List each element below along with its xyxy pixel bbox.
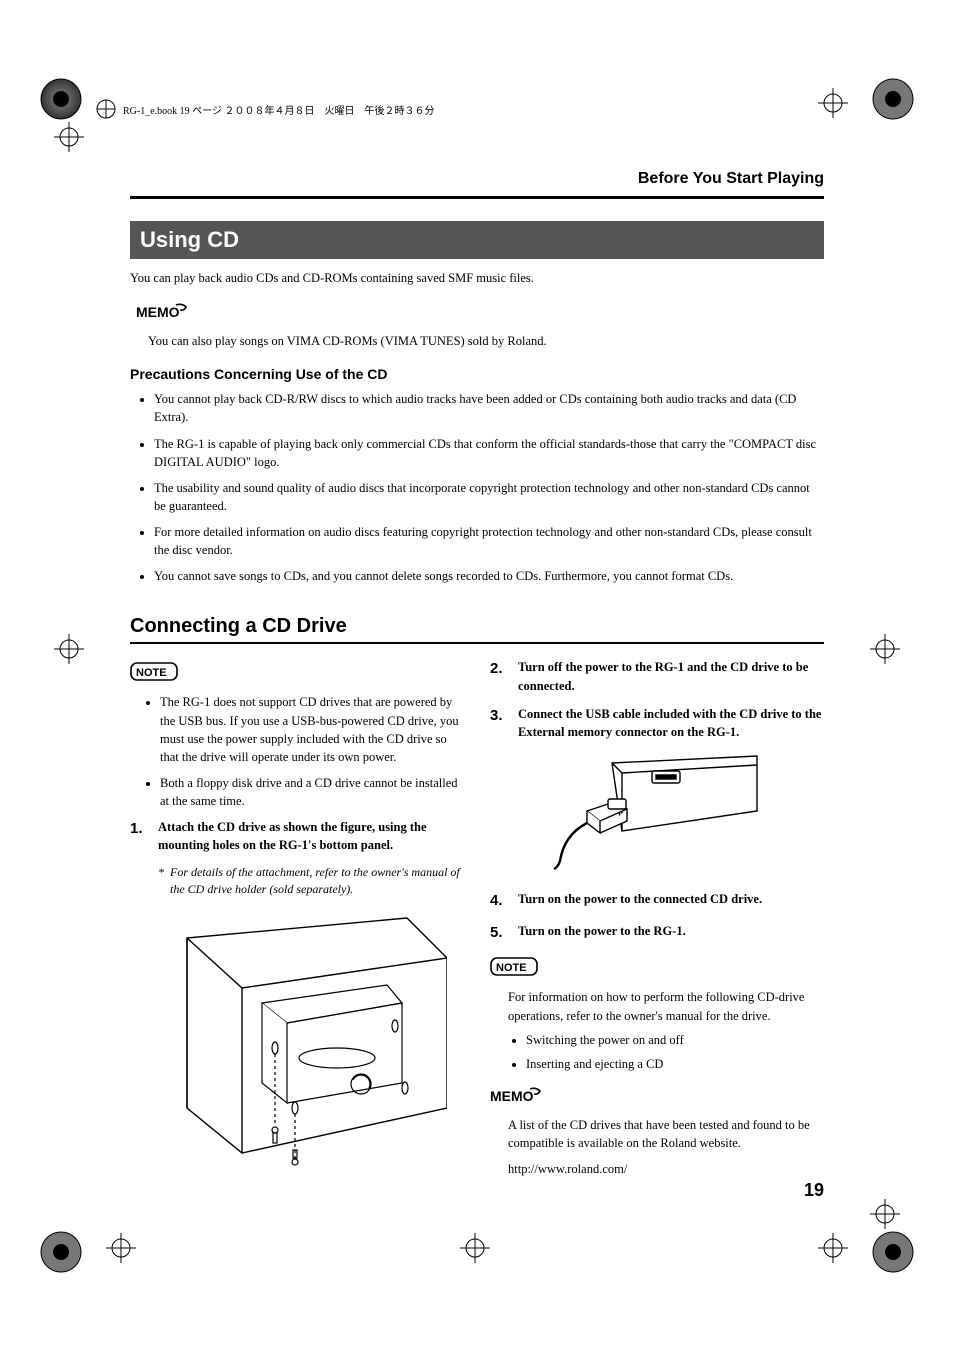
reg-mark-right-mid bbox=[870, 634, 900, 664]
reg-mark-left-upper bbox=[54, 122, 84, 152]
step-number: 1. bbox=[130, 818, 148, 854]
divider-thin bbox=[130, 642, 824, 644]
left-column: NOTE The RG-1 does not support CD drives… bbox=[130, 658, 464, 1187]
book-icon bbox=[95, 98, 117, 120]
list-item: The usability and sound quality of audio… bbox=[154, 479, 824, 515]
crop-mark-bottom-right bbox=[870, 1229, 916, 1275]
step-text: Attach the CD drive as shown the figure,… bbox=[158, 818, 464, 854]
figure-usb-connector bbox=[490, 751, 824, 876]
step-text: Turn on the power to the RG-1. bbox=[518, 922, 824, 944]
svg-text:NOTE: NOTE bbox=[496, 962, 527, 974]
step-number: 2. bbox=[490, 658, 508, 694]
note-icon: NOTE bbox=[130, 662, 180, 682]
list-item: You cannot save songs to CDs, and you ca… bbox=[154, 567, 824, 585]
svg-text:NOTE: NOTE bbox=[136, 667, 167, 679]
memo1-text: You can also play songs on VIMA CD-ROMs … bbox=[148, 332, 824, 350]
reg-mark-left-mid bbox=[54, 634, 84, 664]
step-4: 4. Turn on the power to the connected CD… bbox=[490, 890, 824, 912]
svg-text:MEMO: MEMO bbox=[136, 304, 180, 320]
right-column: 2. Turn off the power to the RG-1 and th… bbox=[490, 658, 824, 1187]
note2-lead: For information on how to perform the fo… bbox=[508, 990, 804, 1022]
list-item: For more detailed information on audio d… bbox=[154, 523, 824, 559]
reg-mark-right-lower bbox=[870, 1199, 900, 1229]
reg-mark-bottom-left bbox=[106, 1233, 136, 1263]
step-text: Connect the USB cable included with the … bbox=[518, 705, 824, 741]
memo2-text-a: A list of the CD drives that have been t… bbox=[508, 1116, 824, 1152]
subsection-title-connecting: Connecting a CD Drive bbox=[130, 615, 824, 638]
step-3: 3. Connect the USB cable included with t… bbox=[490, 705, 824, 741]
step-number: 5. bbox=[490, 922, 508, 944]
crop-mark-top-right bbox=[870, 76, 916, 122]
note-icon: NOTE bbox=[490, 957, 540, 977]
figure-mounting bbox=[130, 908, 464, 1173]
intro-text: You can play back audio CDs and CD-ROMs … bbox=[130, 269, 824, 287]
memo2-text-b: http://www.roland.com/ bbox=[508, 1160, 824, 1178]
reg-mark-bottom-right bbox=[818, 1233, 848, 1263]
list-item: The RG-1 does not support CD drives that… bbox=[160, 693, 464, 766]
step-5: 5. Turn on the power to the RG-1. bbox=[490, 922, 824, 944]
step-2: 2. Turn off the power to the RG-1 and th… bbox=[490, 658, 824, 694]
page-number: 19 bbox=[804, 1180, 824, 1201]
precautions-list: You cannot play back CD-R/RW discs to wh… bbox=[154, 390, 824, 585]
reg-mark-top-right bbox=[818, 88, 848, 118]
asterisk: * bbox=[158, 864, 164, 898]
section-title-using-cd: Using CD bbox=[130, 221, 824, 259]
note2-body: For information on how to perform the fo… bbox=[508, 988, 824, 1073]
list-item: The RG-1 is capable of playing back only… bbox=[154, 435, 824, 471]
crop-mark-top-left bbox=[38, 76, 84, 122]
running-head: Before You Start Playing bbox=[130, 170, 824, 188]
list-item: You cannot play back CD-R/RW discs to wh… bbox=[154, 390, 824, 426]
step-text: Turn off the power to the RG-1 and the C… bbox=[518, 658, 824, 694]
divider-thick bbox=[130, 196, 824, 199]
step-number: 4. bbox=[490, 890, 508, 912]
memo-icon: MEMO bbox=[490, 1085, 542, 1105]
list-item: Inserting and ejecting a CD bbox=[526, 1055, 824, 1073]
list-item: Both a floppy disk drive and a CD drive … bbox=[160, 774, 464, 810]
header-filename: RG-1_e.book 19 ページ ２００８年４月８日 火曜日 午後２時３６分 bbox=[123, 102, 434, 117]
note1-list: The RG-1 does not support CD drives that… bbox=[160, 693, 464, 810]
step-text: Turn on the power to the connected CD dr… bbox=[518, 890, 824, 912]
svg-text:MEMO: MEMO bbox=[490, 1088, 534, 1104]
page-header-metadata: RG-1_e.book 19 ページ ２００８年４月８日 火曜日 午後２時３６分 bbox=[95, 98, 434, 120]
memo-icon: MEMO bbox=[136, 301, 188, 321]
crop-mark-bottom-left bbox=[38, 1229, 84, 1275]
reg-mark-bottom-center bbox=[460, 1233, 490, 1263]
list-item: Switching the power on and off bbox=[526, 1031, 824, 1049]
step1-footnote: * For details of the attachment, refer t… bbox=[158, 864, 464, 898]
step-1: 1. Attach the CD drive as shown the figu… bbox=[130, 818, 464, 854]
step-number: 3. bbox=[490, 705, 508, 741]
precautions-heading: Precautions Concerning Use of the CD bbox=[130, 366, 824, 382]
